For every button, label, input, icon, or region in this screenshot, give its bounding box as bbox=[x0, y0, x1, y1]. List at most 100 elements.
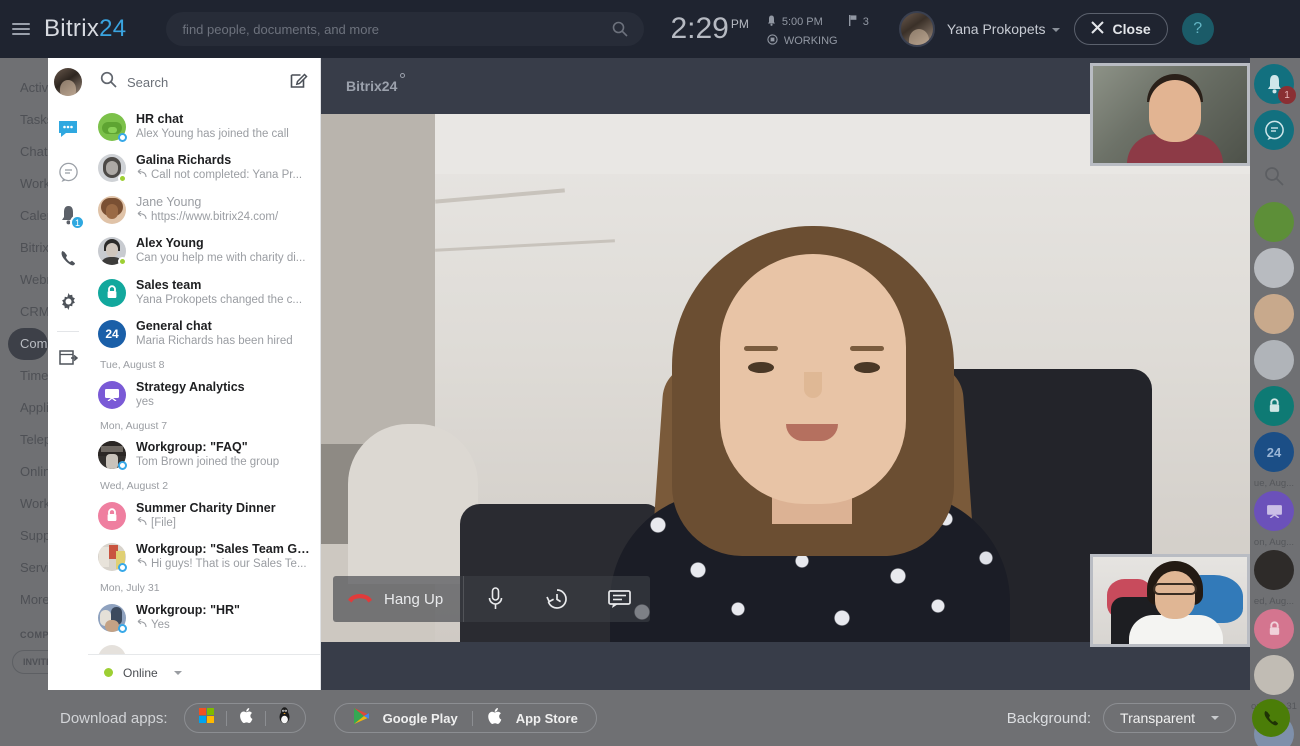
user-menu[interactable]: Yana Prokopets bbox=[947, 21, 1060, 37]
chat-title: Alex Young bbox=[136, 236, 310, 251]
team-avatar[interactable] bbox=[1254, 655, 1294, 695]
bitrix24-logo[interactable]: Bitrix24 bbox=[44, 15, 126, 43]
sidebar-item-applications[interactable]: Applications bbox=[0, 392, 48, 424]
compose-pencil-icon[interactable] bbox=[290, 71, 308, 94]
bottom-bar: Download apps: Google Play App Store Bac… bbox=[0, 690, 1300, 746]
thumbnail-person-shirt bbox=[1129, 615, 1223, 647]
background-select[interactable]: Transparent bbox=[1103, 703, 1236, 733]
woman-video-thumbnail[interactable] bbox=[1090, 554, 1250, 647]
sidebar-item-online-store[interactable]: Online Store bbox=[0, 456, 48, 488]
notification-badge: 1 bbox=[1278, 86, 1296, 104]
notification-bell-icon[interactable]: 1 bbox=[51, 198, 85, 232]
sidebar-item-telephony[interactable]: Telephony bbox=[0, 424, 48, 456]
woman-avatar[interactable] bbox=[1254, 248, 1294, 288]
partial-avatar bbox=[98, 645, 126, 654]
notification-bell-icon[interactable]: 1 bbox=[1254, 64, 1294, 104]
top-bar: Bitrix24 find people, documents, and mor… bbox=[0, 0, 1300, 58]
sidebar-item-time-reports[interactable]: Time and Reports bbox=[0, 360, 48, 392]
open-window-icon[interactable] bbox=[51, 341, 85, 375]
list-item[interactable]: 24 General chat Maria Richards has been … bbox=[88, 314, 320, 356]
close-button[interactable]: Close bbox=[1074, 13, 1168, 45]
sidebar-item-support[interactable]: Support bbox=[0, 520, 48, 552]
list-item[interactable]: Workgroup: "Sales Team Gr... Hi guys! Th… bbox=[88, 537, 320, 579]
date-separator: Wed, August 2 bbox=[88, 476, 320, 495]
help-button[interactable]: ? bbox=[1182, 13, 1214, 45]
sidebar-item-calendar[interactable]: Calendar bbox=[0, 200, 48, 232]
faq-avatar[interactable] bbox=[1254, 550, 1294, 590]
working-status-row[interactable]: WORKING bbox=[767, 34, 869, 48]
sidebar-item-tasks[interactable]: Tasks bbox=[0, 104, 48, 136]
list-item[interactable]: Alex Young Can you help me with charity … bbox=[88, 231, 320, 273]
man-avatar[interactable] bbox=[1254, 340, 1294, 380]
list-item[interactable]: Strategy Analytics yes bbox=[88, 374, 320, 416]
list-item[interactable]: Jane Young https://www.bitrix24.com/ bbox=[88, 189, 320, 231]
list-item[interactable]: Workgroup: "HR" Yes bbox=[88, 597, 320, 639]
sidebar-item-drive[interactable]: Bitrix24.Drive bbox=[0, 232, 48, 264]
apple-icon bbox=[239, 707, 253, 729]
presentation-icon[interactable] bbox=[1254, 491, 1294, 531]
hamburger-icon[interactable] bbox=[12, 20, 30, 38]
list-item[interactable]: Galina Richards Call not completed: Yana… bbox=[88, 148, 320, 190]
google-play-icon bbox=[353, 707, 369, 730]
date-separator: ue, Aug... bbox=[1248, 478, 1300, 489]
comment-icon[interactable] bbox=[51, 155, 85, 189]
microphone-button[interactable] bbox=[464, 576, 526, 622]
chat-preview: [File] bbox=[151, 516, 176, 531]
scrollbar[interactable] bbox=[315, 108, 319, 408]
chat-title: Sales team bbox=[136, 278, 310, 293]
search-icon[interactable] bbox=[1254, 156, 1294, 196]
phone-icon[interactable] bbox=[51, 241, 85, 275]
search-input[interactable]: find people, documents, and more bbox=[166, 12, 644, 46]
reply-arrow-icon bbox=[136, 557, 147, 572]
comment-icon[interactable] bbox=[1254, 110, 1294, 150]
chat-preview: yes bbox=[136, 395, 154, 410]
list-item[interactable]: Sales team Yana Prokopets changed the c.… bbox=[88, 272, 320, 314]
pig-avatar[interactable] bbox=[1254, 202, 1294, 242]
pig-avatar bbox=[98, 113, 126, 141]
mobile-apps-button[interactable]: Google Play App Store bbox=[334, 703, 597, 733]
lock-icon[interactable] bbox=[1254, 609, 1294, 649]
settings-gear-icon[interactable] bbox=[51, 284, 85, 318]
divider bbox=[57, 331, 79, 332]
list-item[interactable]: Summer Charity Dinner [File] bbox=[88, 495, 320, 537]
call-phone-button[interactable] bbox=[1252, 699, 1290, 737]
list-item[interactable]: Workgroup: "FAQ" Tom Brown joined the gr… bbox=[88, 435, 320, 477]
chevron-down-icon bbox=[1211, 716, 1219, 720]
list-item[interactable]: HR chat Alex Young has joined the call bbox=[88, 106, 320, 148]
flag-icon bbox=[849, 15, 857, 29]
desktop-apps-button[interactable] bbox=[184, 703, 306, 733]
chat-preview: Tom Brown joined the group bbox=[136, 455, 279, 470]
chat-search-bar[interactable]: Search bbox=[88, 58, 320, 106]
sidebar-item-webmail[interactable]: Webmail bbox=[0, 264, 48, 296]
bitrix24-badge[interactable]: 24 bbox=[1254, 432, 1294, 472]
chat-preview: Hi guys! That is our Sales Te... bbox=[151, 557, 307, 572]
hr-avatar bbox=[98, 604, 126, 632]
chat-bubble-button[interactable] bbox=[588, 576, 650, 622]
reply-arrow-icon bbox=[136, 168, 147, 183]
list-item[interactable] bbox=[88, 639, 320, 655]
sidebar-item-services[interactable]: Services bbox=[0, 552, 48, 584]
team-avatar bbox=[98, 543, 126, 571]
hangup-phone-icon bbox=[347, 590, 373, 609]
linux-icon bbox=[278, 707, 291, 729]
man-video-thumbnail[interactable] bbox=[1090, 63, 1250, 166]
sidebar-item-chat[interactable]: Chat and Calls bbox=[0, 136, 48, 168]
chat-icon[interactable] bbox=[51, 112, 85, 146]
divider bbox=[226, 711, 227, 726]
sidebar-item-activity[interactable]: Activity Stream bbox=[0, 72, 48, 104]
chat-title: HR chat bbox=[136, 112, 310, 127]
presence-status-selector[interactable]: Online bbox=[88, 654, 320, 690]
woman-avatar-2[interactable] bbox=[1254, 294, 1294, 334]
sidebar-item-more[interactable]: More bbox=[0, 584, 48, 616]
sidebar-item-workgroups[interactable]: Workgroups bbox=[0, 168, 48, 200]
sidebar-item-crm[interactable]: CRM bbox=[0, 296, 48, 328]
avatar[interactable] bbox=[899, 11, 935, 47]
hangup-button[interactable]: Hang Up bbox=[333, 576, 464, 622]
invite-users-button[interactable]: INVITE USERS bbox=[12, 650, 48, 674]
sidebar-item-workflows[interactable]: Workflows bbox=[0, 488, 48, 520]
history-button[interactable] bbox=[526, 576, 588, 622]
lock-icon[interactable] bbox=[1254, 386, 1294, 426]
sidebar-item-company[interactable]: Company bbox=[8, 328, 48, 360]
chat-list[interactable]: HR chat Alex Young has joined the call G… bbox=[88, 106, 320, 654]
avatar[interactable] bbox=[54, 68, 82, 96]
